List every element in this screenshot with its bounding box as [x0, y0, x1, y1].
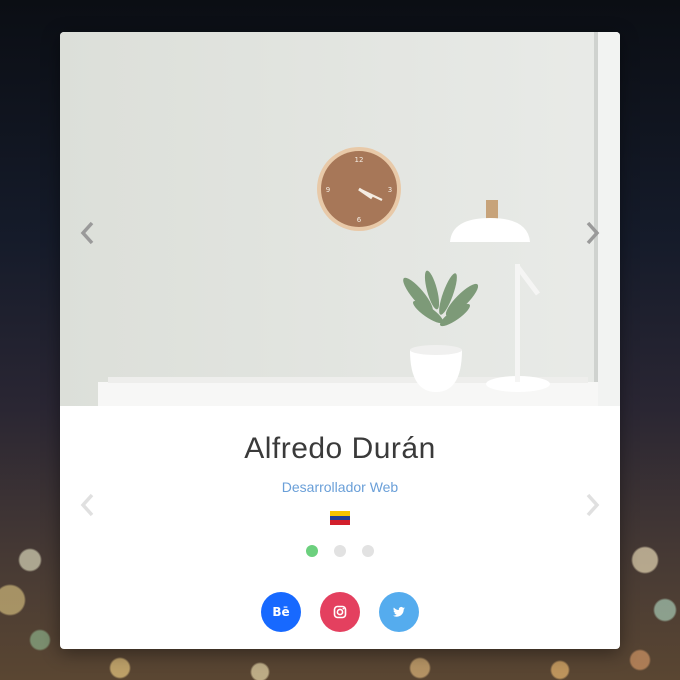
chevron-right-icon — [586, 221, 600, 245]
carousel-dot-1[interactable] — [306, 545, 318, 557]
svg-text:9: 9 — [326, 186, 330, 194]
venezuela-flag-icon — [330, 511, 350, 525]
carousel-dot-3[interactable] — [362, 545, 374, 557]
svg-text:12: 12 — [355, 156, 364, 164]
info-prev-button[interactable] — [72, 485, 102, 525]
carousel-photo: 12 6 9 3 — [60, 32, 620, 406]
chevron-right-icon — [586, 493, 600, 517]
chevron-left-icon — [80, 493, 94, 517]
svg-text:6: 6 — [357, 216, 362, 224]
svg-text:3: 3 — [388, 186, 392, 194]
twitter-button[interactable] — [379, 592, 419, 632]
twitter-icon — [393, 606, 405, 617]
profile-name: Alfredo Durán — [244, 432, 436, 465]
carousel-dots — [60, 545, 620, 557]
behance-button[interactable]: Bē — [261, 592, 301, 632]
social-links: Bē — [60, 592, 620, 632]
instagram-button[interactable] — [320, 592, 360, 632]
carousel-dot-2[interactable] — [334, 545, 346, 557]
instagram-icon — [333, 605, 347, 619]
profile-role: Desarrollador Web — [281, 479, 399, 495]
profile-card: 12 6 9 3 Alfredo Durán Desarrollador Web — [60, 32, 620, 649]
behance-icon: Bē — [272, 605, 290, 619]
photo-next-button[interactable] — [578, 213, 608, 253]
photo-prev-button[interactable] — [72, 213, 102, 253]
info-next-button[interactable] — [578, 485, 608, 525]
chevron-left-icon — [80, 221, 94, 245]
